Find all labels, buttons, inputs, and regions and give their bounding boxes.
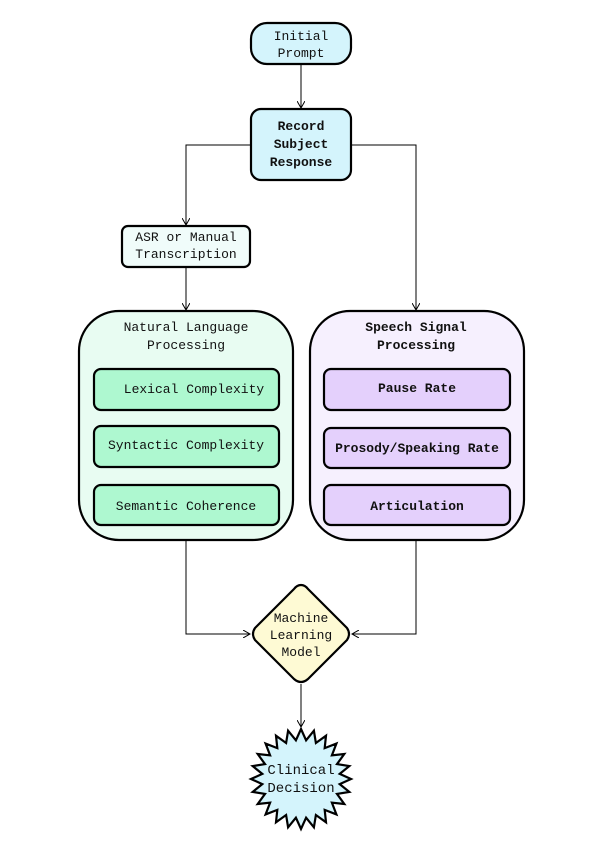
flowchart: Initial Prompt Record Subject Response A…: [77, 21, 526, 832]
node-label: Decision: [267, 781, 334, 797]
feature-label: Semantic Coherence: [116, 499, 256, 514]
group-title: Speech Signal: [365, 320, 467, 335]
node-label: Prompt: [278, 46, 325, 61]
feature-label: Articulation: [370, 499, 464, 514]
group-speech: Speech Signal Processing Pause Rate Pros…: [308, 309, 526, 542]
node-label: Clinical: [267, 763, 334, 779]
feature-label: Prosody/Speaking Rate: [335, 441, 499, 456]
node-label: Record: [278, 119, 325, 134]
node-label: Initial: [274, 29, 329, 44]
feature-label: Syntactic Complexity: [108, 438, 264, 453]
feature-label: Lexical Complexity: [124, 382, 265, 397]
node-label: Response: [270, 155, 333, 170]
node-asr-transcription: ASR or Manual Transcription: [120, 224, 252, 269]
node-label: Transcription: [135, 247, 236, 262]
feature-label: Pause Rate: [378, 381, 456, 396]
node-record-response: Record Subject Response: [249, 107, 353, 182]
node-label: Subject: [274, 137, 329, 152]
node-clinical-decision: Clinical Decision: [248, 726, 354, 832]
node-label: Learning: [270, 628, 332, 643]
edge-record-asr: [186, 144, 251, 225]
node-label: Machine: [274, 611, 329, 626]
group-title: Natural Language: [124, 320, 249, 335]
group-nlp: Natural Language Processing Lexical Comp…: [77, 309, 295, 542]
node-label: Model: [281, 645, 320, 660]
edge-speech-ml: [352, 540, 417, 634]
node-label: ASR or Manual: [135, 230, 237, 245]
edge-nlp-ml: [185, 540, 250, 634]
node-initial-prompt: Initial Prompt: [249, 21, 353, 66]
group-title: Processing: [377, 338, 455, 353]
group-title: Processing: [147, 338, 225, 353]
edge-record-speech: [351, 144, 416, 310]
node-machine-learning-model: Machine Learning Model: [251, 583, 351, 684]
